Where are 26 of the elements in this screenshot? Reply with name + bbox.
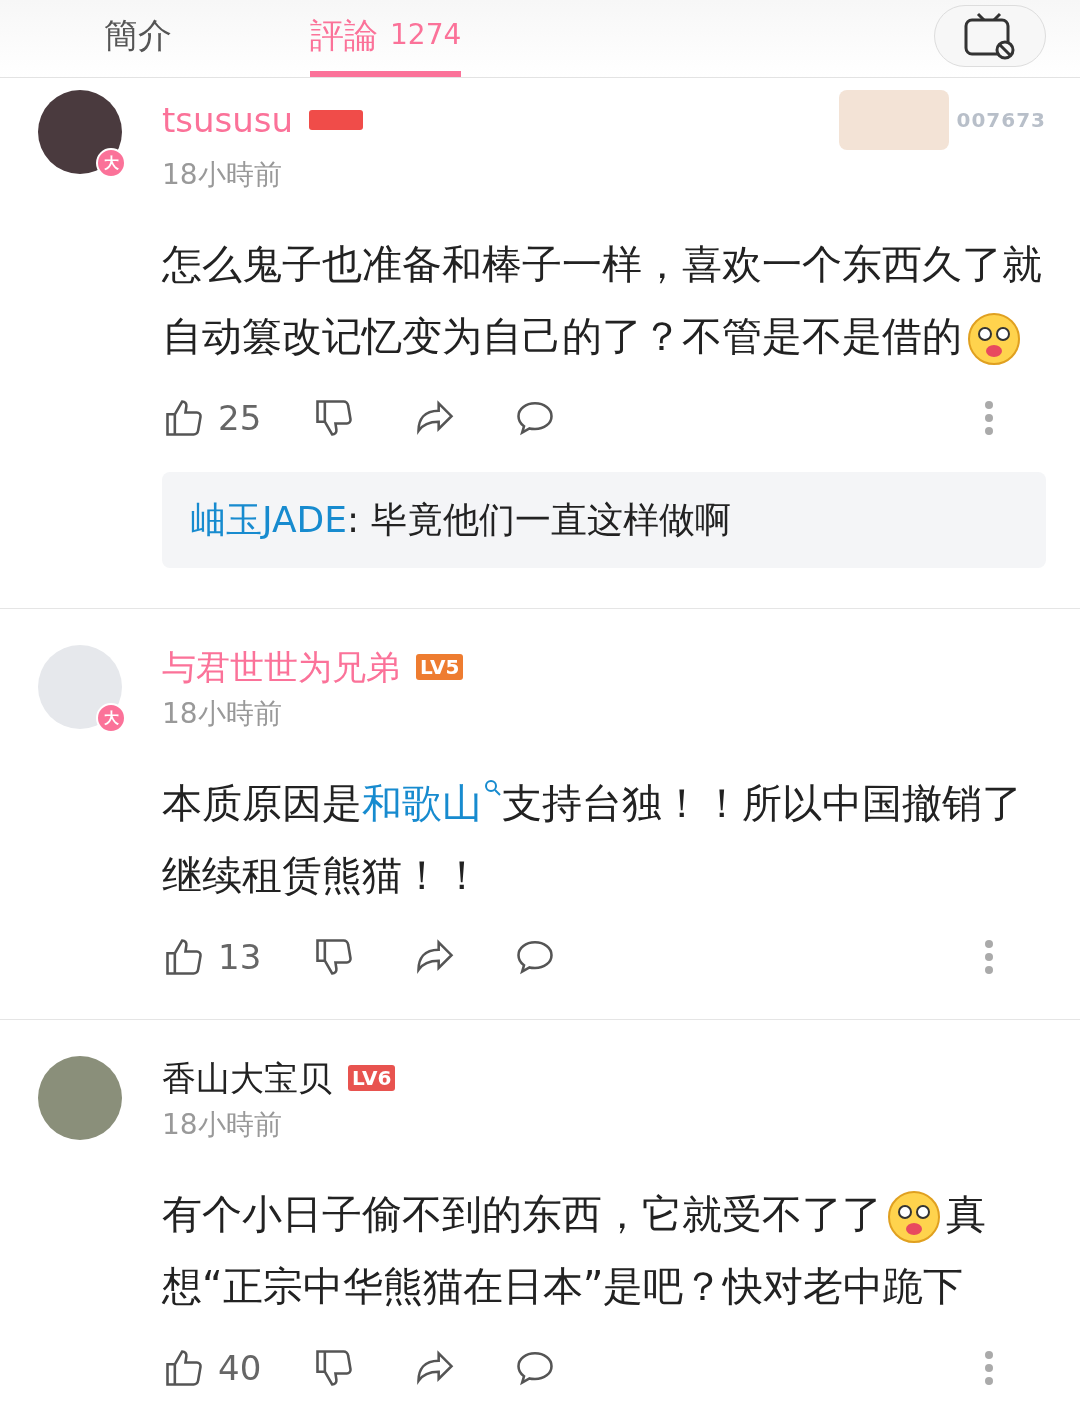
reply-username[interactable]: 岫玉JADE bbox=[190, 499, 348, 540]
tab[interactable]: 簡介 bbox=[104, 0, 172, 77]
level-badge: LV5 bbox=[416, 654, 464, 680]
more-icon bbox=[984, 1350, 994, 1386]
more-icon bbox=[984, 939, 994, 975]
level-badge bbox=[309, 110, 364, 130]
like-button[interactable]: 13 bbox=[162, 931, 312, 983]
comment-text: 本质原因是和歌山 支持台独！！所以中国撤销了继续租赁熊猫！！ bbox=[162, 778, 1023, 900]
more-icon bbox=[984, 400, 994, 436]
timestamp: 18小時前 bbox=[162, 696, 283, 732]
comment-text: 有个小日子偷不到的东西，它就受不了了 真想“正宗中华熊猫在日本”是吧？快对老中跪下 bbox=[162, 1188, 987, 1311]
timestamp: 18小時前 bbox=[162, 1107, 283, 1143]
comment-text: 怎么鬼子也准备和棒子一样，喜欢一个东西久了就自动篡改记忆变为自己的了？不管是不是借的 bbox=[162, 228, 1046, 372]
search-icon bbox=[484, 779, 502, 797]
emoji-icon bbox=[966, 311, 1022, 367]
timestamp: 18小時前 bbox=[162, 157, 283, 193]
username[interactable]: 香山大宝贝 bbox=[162, 1056, 332, 1100]
emoji-icon bbox=[886, 1189, 942, 1245]
keyword-link[interactable]: 和歌山 bbox=[362, 780, 502, 826]
vip-badge: 大 bbox=[96, 703, 126, 733]
level-badge: LV6 bbox=[348, 1065, 396, 1091]
like-button[interactable]: 25 bbox=[162, 392, 312, 444]
reply-text: 岫玉JADE: 毕竟他们一直这样做啊 bbox=[190, 498, 732, 542]
like-button[interactable]: 40 bbox=[162, 1342, 312, 1394]
vip-badge: 大 bbox=[96, 148, 126, 178]
fan-number: 007673 bbox=[956, 107, 1046, 134]
